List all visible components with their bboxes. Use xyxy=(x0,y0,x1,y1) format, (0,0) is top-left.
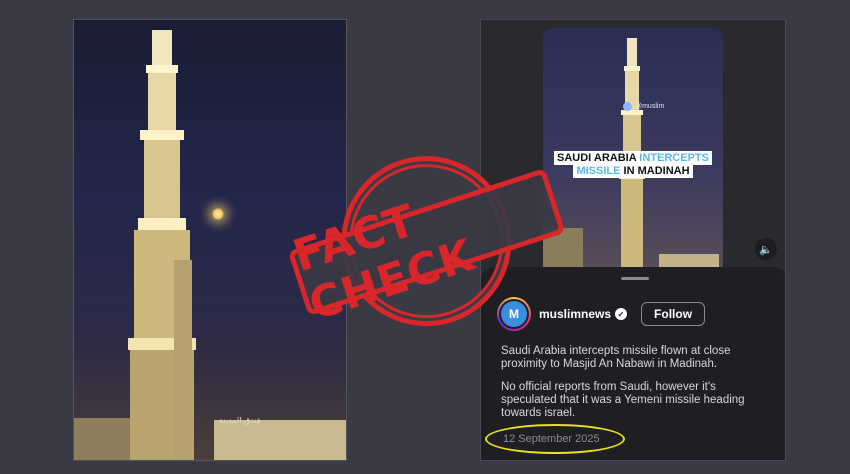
username[interactable]: muslimnews xyxy=(539,307,611,321)
post-date: 12 September 2025 xyxy=(503,433,600,445)
headline-part-4: IN MADINAH xyxy=(620,165,690,177)
headline-part-3: MISSILE xyxy=(576,165,621,177)
verified-badge-icon: ✓ xyxy=(615,308,628,320)
building-sign: ﻓﻨﺪﻕ ﺍﻟﻤﺪﻳﻨﺔ xyxy=(219,416,261,425)
stamp-banner: FACT CHECK xyxy=(287,167,566,331)
speaker-icon[interactable]: 🔈 xyxy=(755,238,777,260)
reel-headline: SAUDI ARABIA INTERCEPTS MISSILE IN MADIN… xyxy=(551,151,715,178)
post-caption: Saudi Arabia intercepts missile flown at… xyxy=(501,345,771,420)
headline-part-1: SAUDI ARABIA xyxy=(557,152,640,164)
follow-button[interactable]: Follow xyxy=(641,302,706,326)
glowing-object xyxy=(212,208,224,220)
reel-handle-text: @muslim xyxy=(635,103,665,110)
sheet-drag-handle[interactable] xyxy=(621,277,649,280)
headline-part-2: INTERCEPTS xyxy=(639,152,709,164)
caption-paragraph-1: Saudi Arabia intercepts missile flown at… xyxy=(501,345,731,370)
reel-handle: @muslim xyxy=(623,102,664,111)
reel-video[interactable]: @muslim SAUDI ARABIA INTERCEPTS MISSILE … xyxy=(543,28,723,276)
handle-logo-icon xyxy=(623,102,632,111)
caption-paragraph-2: No official reports from Saudi, however … xyxy=(501,381,745,419)
